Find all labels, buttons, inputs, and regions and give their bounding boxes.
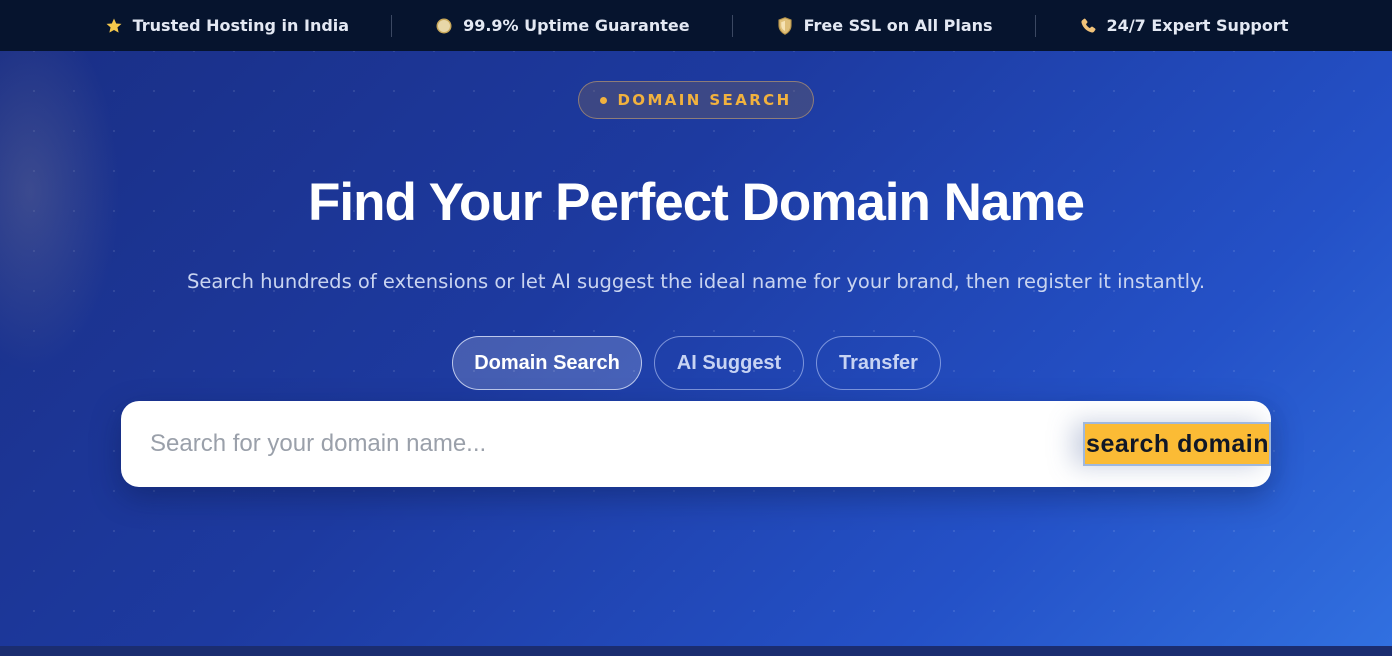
trust-label: Free SSL on All Plans	[803, 16, 993, 35]
tab-domain-search[interactable]: Domain Search	[452, 336, 642, 390]
domain-search-input[interactable]	[150, 423, 1050, 465]
trust-label: Trusted Hosting in India	[132, 16, 350, 35]
badge-dot-icon	[600, 96, 608, 104]
tab-transfer[interactable]: Transfer	[816, 336, 941, 390]
page-title: Find Your Perfect Domain Name	[308, 173, 1085, 232]
domain-search-box: search domain	[121, 401, 1271, 487]
tab-ai-suggest[interactable]: AI Suggest	[654, 336, 804, 390]
phone-icon	[1078, 16, 1098, 36]
trust-item-uptime: 99.9% Uptime Guarantee	[392, 15, 732, 37]
trust-item-ssl: Free SSL on All Plans	[733, 15, 1035, 37]
trust-label: 99.9% Uptime Guarantee	[463, 16, 690, 35]
shield-icon	[775, 16, 795, 36]
section-badge: DOMAIN SEARCH	[578, 81, 814, 119]
section-divider	[0, 646, 1392, 656]
uptime-icon	[434, 16, 454, 36]
search-domain-button[interactable]: search domain	[1083, 422, 1271, 466]
trust-item-support: 24/7 Expert Support	[1036, 15, 1331, 37]
page-subtitle: Search hundreds of extensions or let AI …	[186, 270, 1206, 293]
badge-label: DOMAIN SEARCH	[617, 91, 792, 109]
trust-item-hosting: Trusted Hosting in India	[62, 15, 391, 37]
star-icon	[104, 16, 124, 36]
trust-label: 24/7 Expert Support	[1106, 16, 1289, 35]
top-trust-bar: Trusted Hosting in India 99.9% Uptime Gu…	[0, 0, 1392, 51]
search-mode-tabs: Domain Search AI Suggest Transfer	[452, 336, 941, 390]
